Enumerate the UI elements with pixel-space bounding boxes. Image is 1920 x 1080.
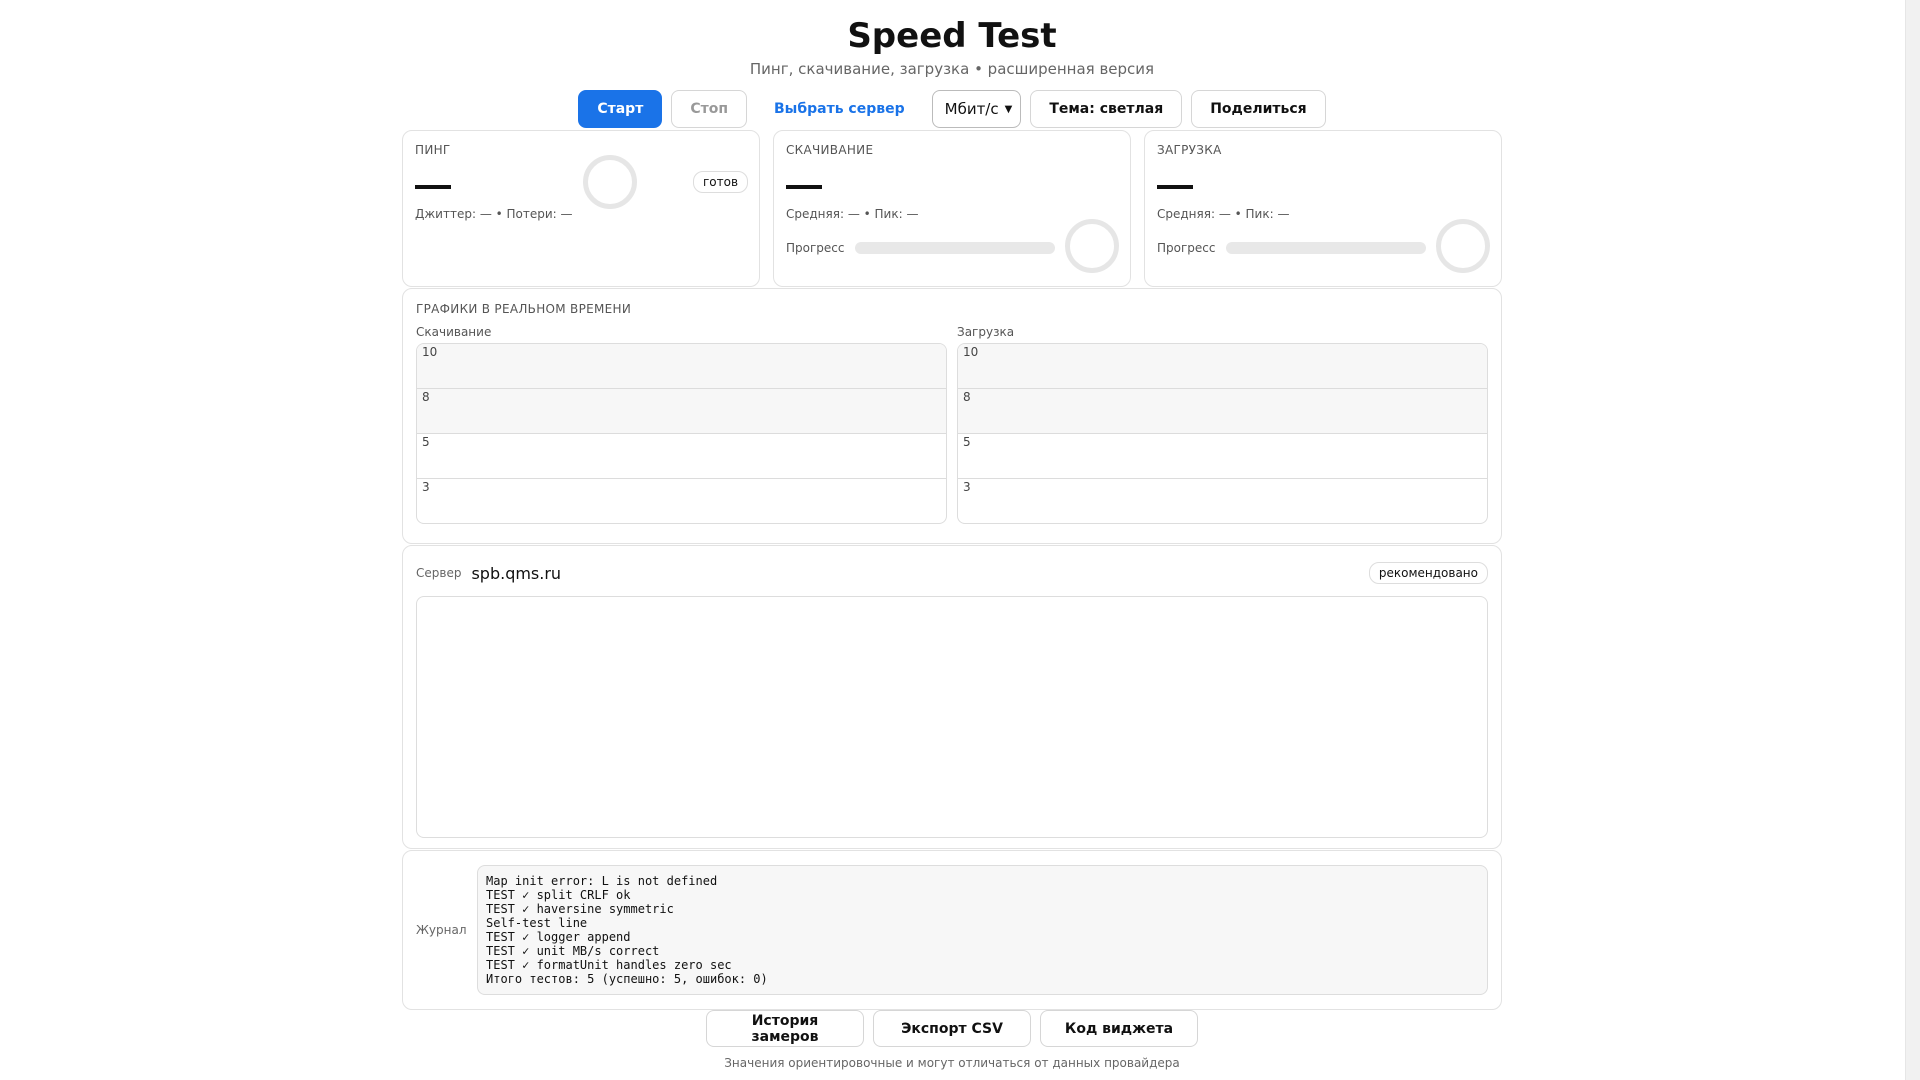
ping-stats: Джиттер: — • Потери: —	[415, 207, 573, 221]
stop-button[interactable]: Стоп	[671, 90, 748, 128]
log-line: Итого тестов: 5 (успешно: 5, ошибок: 0)	[486, 972, 768, 986]
log-line: Self-test line	[486, 916, 588, 930]
y-tick-label: 3	[963, 480, 971, 494]
server-host: spb.qms.ru	[471, 563, 562, 583]
unit-select-value: Мбит/с	[944, 100, 999, 118]
log-line: TEST ✓ haversine symmetric	[486, 902, 674, 916]
download-graph-label: Скачивание	[416, 325, 492, 339]
y-tick-label: 10	[963, 345, 979, 359]
ping-card: ПИНГ Джиттер: — • Потери: — готов	[402, 130, 760, 287]
download-graph: Скачивание 10 8 5 3	[416, 325, 947, 524]
page-title: Speed Test	[847, 16, 1057, 56]
server-map[interactable]	[416, 596, 1488, 838]
server-row: Сервер spb.qms.ru рекомендовано	[416, 559, 1488, 587]
server-label: Сервер	[416, 566, 462, 580]
upload-progress-label: Прогресс	[1157, 241, 1216, 255]
chart-band: 5	[958, 434, 1487, 479]
status-badge: готов	[693, 171, 749, 193]
upload-title: ЗАГРУЗКА	[1157, 143, 1222, 157]
upload-value-placeholder	[1157, 185, 1193, 189]
chart-band: 5	[417, 434, 946, 479]
start-button[interactable]: Старт	[578, 90, 663, 128]
graphs-row: Скачивание 10 8 5 3 Загрузка 10 8 5 3	[416, 325, 1488, 524]
log-panel: Журнал Map init error: L is not defined …	[402, 850, 1502, 1010]
log-line: TEST ✓ unit MB/s correct	[486, 944, 660, 958]
theme-toggle-button[interactable]: Тема: светлая	[1030, 90, 1183, 128]
upload-progress-bar	[1226, 242, 1426, 254]
download-progress-label: Прогресс	[786, 241, 845, 255]
page-subtitle: Пинг, скачивание, загрузка • расширенная…	[749, 60, 1155, 78]
upload-card: ЗАГРУЗКА Средняя: — • Пик: — Прогресс	[1144, 130, 1502, 287]
download-chart: 10 8 5 3	[416, 343, 947, 524]
y-tick-label: 8	[963, 390, 971, 404]
page-scrollbar[interactable]	[1905, 0, 1920, 1080]
chart-band: 8	[958, 389, 1487, 434]
y-tick-label: 10	[422, 345, 438, 359]
download-stats: Средняя: — • Пик: —	[786, 207, 919, 221]
chart-band: 3	[417, 479, 946, 523]
y-tick-label: 5	[422, 435, 430, 449]
y-tick-label: 8	[422, 390, 430, 404]
y-tick-label: 3	[422, 480, 430, 494]
download-gauge-ring	[1065, 219, 1119, 273]
y-tick-label: 5	[963, 435, 971, 449]
realtime-graphs-panel: ГРАФИКИ В РЕАЛЬНОМ ВРЕМЕНИ Скачивание 10…	[402, 288, 1502, 544]
bottom-actions: История замеров Экспорт CSV Код виджета	[402, 1010, 1502, 1047]
download-title: СКАЧИВАНИЕ	[786, 143, 874, 157]
ping-gauge-ring	[583, 155, 637, 209]
widget-code-button[interactable]: Код виджета	[1040, 1010, 1198, 1047]
app: Speed Test Пинг, скачивание, загрузка • …	[402, 0, 1502, 1070]
chart-band: 10	[417, 344, 946, 389]
metric-cards: ПИНГ Джиттер: — • Потери: — готов СКАЧИВ…	[402, 130, 1502, 287]
log-line: TEST ✓ logger append	[486, 930, 631, 944]
recommended-badge: рекомендовано	[1368, 562, 1488, 584]
upload-graph: Загрузка 10 8 5 3	[957, 325, 1488, 524]
log-label: Журнал	[416, 923, 467, 937]
download-progress-bar	[855, 242, 1055, 254]
download-card: СКАЧИВАНИЕ Средняя: — • Пик: — Прогресс	[773, 130, 1131, 287]
share-button[interactable]: Поделиться	[1191, 90, 1326, 128]
graphs-title: ГРАФИКИ В РЕАЛЬНОМ ВРЕМЕНИ	[416, 302, 632, 316]
upload-gauge-ring	[1436, 219, 1490, 273]
chevron-down-icon: ▼	[1004, 103, 1013, 115]
unit-select[interactable]: Мбит/с ▼	[931, 90, 1022, 128]
chart-band: 3	[958, 479, 1487, 523]
export-csv-button[interactable]: Экспорт CSV	[873, 1010, 1031, 1047]
chart-band: 8	[417, 389, 946, 434]
upload-graph-label: Загрузка	[957, 325, 1015, 339]
log-line: TEST ✓ formatUnit handles zero sec	[486, 958, 732, 972]
ping-title: ПИНГ	[415, 143, 451, 157]
chart-band: 10	[958, 344, 1487, 389]
server-panel: Сервер spb.qms.ru рекомендовано	[402, 545, 1502, 849]
upload-chart: 10 8 5 3	[957, 343, 1488, 524]
toolbar: Старт Стоп Выбрать сервер Мбит/с ▼ Тема:…	[402, 90, 1502, 128]
log-line: TEST ✓ split CRLF ok	[486, 888, 631, 902]
upload-stats: Средняя: — • Пик: —	[1157, 207, 1290, 221]
footer-note: Значения ориентировочные и могут отличат…	[724, 1056, 1180, 1070]
log-output[interactable]: Map init error: L is not defined TEST ✓ …	[477, 865, 1488, 995]
download-value-placeholder	[786, 185, 822, 189]
history-button[interactable]: История замеров	[706, 1010, 864, 1047]
log-line: Map init error: L is not defined	[486, 874, 718, 888]
ping-value-placeholder	[415, 185, 451, 189]
select-server-button[interactable]: Выбрать сервер	[756, 90, 923, 128]
